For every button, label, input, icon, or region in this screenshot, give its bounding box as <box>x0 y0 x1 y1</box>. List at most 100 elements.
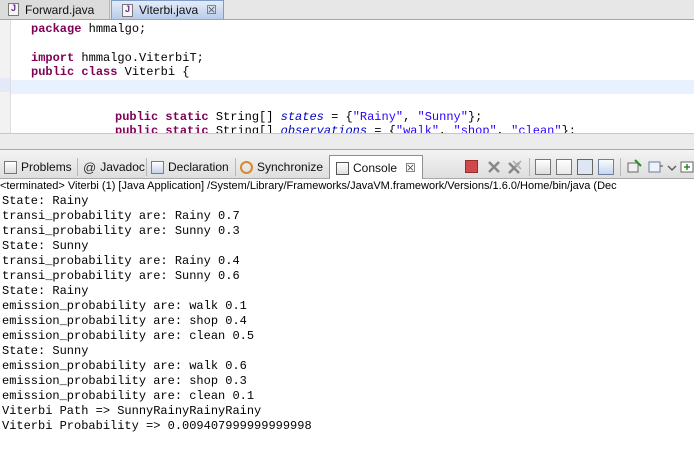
console-line: emission_probability are: shop 0.3 <box>2 374 247 388</box>
keyword: class <box>81 65 118 79</box>
remove-launch-icon[interactable] <box>486 159 502 175</box>
code-text: , <box>403 110 418 124</box>
scroll-lock-icon[interactable] <box>556 159 572 175</box>
string-literal: "Rainy" <box>352 110 404 124</box>
show-console-on-output-icon[interactable] <box>598 159 614 175</box>
code-text: Viterbi { <box>117 65 190 79</box>
keyword: static <box>165 124 209 133</box>
display-glyph <box>648 161 663 173</box>
synchronize-icon <box>240 160 253 174</box>
tab-label: Problems <box>21 160 72 174</box>
editor-tab-label: Viterbi.java <box>139 3 199 17</box>
code-text: , <box>439 124 454 133</box>
tab-label: Console <box>353 161 398 175</box>
editor-tab-label: Forward.java <box>25 2 95 17</box>
toolbar-separator <box>620 158 621 176</box>
field-name: observations <box>280 124 368 133</box>
declaration-icon <box>151 160 164 174</box>
string-literal: "shop" <box>453 124 497 133</box>
keyword: import <box>31 51 75 65</box>
code-text: }; <box>467 110 483 124</box>
tab-label: Declaration <box>168 160 229 174</box>
open-console-icon[interactable] <box>680 159 694 175</box>
console-line: transi_probability are: Sunny 0.6 <box>2 269 240 283</box>
code-line-1[interactable]: package hmmalgo; <box>31 22 146 36</box>
remove-all-terminated-icon[interactable] <box>507 159 523 175</box>
editor-tab-forward-java[interactable]: Forward.java <box>0 0 110 19</box>
open-console-glyph <box>680 161 694 173</box>
code-line-4[interactable]: public class Viterbi { <box>31 65 189 79</box>
console-line: Viterbi Path => SunnyRainyRainyRainy <box>2 404 262 418</box>
display-selected-console-icon[interactable] <box>647 159 663 175</box>
console-line: transi_probability are: Sunny 0.3 <box>2 224 240 238</box>
editor-gutter <box>0 20 11 133</box>
console-output[interactable]: State: Rainy transi_probability are: Rain… <box>0 194 694 458</box>
code-text: = { <box>323 110 353 124</box>
tab-javadoc[interactable]: @ Javadoc <box>83 156 145 178</box>
remove-all-glyph <box>508 160 522 174</box>
console-line: Viterbi Probability => 0.009407999999999… <box>2 419 312 433</box>
current-line-highlight <box>11 80 694 94</box>
code-line-7[interactable]: public static String[] states = {"Rainy"… <box>115 110 482 124</box>
problems-icon <box>4 160 17 174</box>
console-line: emission_probability are: shop 0.4 <box>2 314 247 328</box>
code-text: = { <box>367 124 396 133</box>
console-line: transi_probability are: Rainy 0.4 <box>2 254 240 268</box>
code-line-8[interactable]: public static String[] observations = {"… <box>115 124 576 133</box>
close-icon[interactable]: ☒ <box>405 161 416 175</box>
console-line: State: Rainy <box>2 194 89 208</box>
console-launch-header: <terminated> Viterbi (1) [Java Applicati… <box>0 179 694 194</box>
console-icon <box>336 161 349 175</box>
tab-separator <box>77 158 78 176</box>
console-line: emission_probability are: clean 0.5 <box>2 329 255 343</box>
code-text: hmmalgo.ViterbiT; <box>74 51 204 65</box>
string-literal: "clean" <box>511 124 562 133</box>
console-line: State: Rainy <box>2 284 89 298</box>
console-line: State: Sunny <box>2 239 89 253</box>
console-line: emission_probability are: walk 0.6 <box>2 359 247 373</box>
code-line-3[interactable]: import hmmalgo.ViterbiT; <box>31 51 204 65</box>
pin-console-icon[interactable] <box>626 159 642 175</box>
console-line: emission_probability are: walk 0.1 <box>2 299 247 313</box>
keyword: public <box>115 124 159 133</box>
toolbar-separator <box>529 158 530 176</box>
console-line: emission_probability are: clean 0.1 <box>2 389 255 403</box>
console-line: transi_probability are: Rainy 0.7 <box>2 209 240 223</box>
at-sign-icon: @ <box>83 159 97 175</box>
code-text: , <box>496 124 512 133</box>
editor-horizontal-scrollbar[interactable] <box>0 133 694 149</box>
code-text: }; <box>561 124 576 133</box>
terminate-icon[interactable] <box>465 160 478 173</box>
pin-glyph <box>627 159 642 173</box>
console-line: State: Sunny <box>2 344 89 358</box>
code-text: String[] <box>208 124 281 133</box>
close-icon[interactable]: ☒ <box>206 3 217 17</box>
tab-synchronize[interactable]: Synchronize <box>240 156 323 178</box>
tab-console[interactable]: Console ☒ <box>329 155 423 180</box>
string-literal: "Sunny" <box>417 110 468 124</box>
tab-label: Synchronize <box>257 160 324 174</box>
word-wrap-icon[interactable] <box>577 159 593 175</box>
editor-tab-viterbi-java[interactable]: Viterbi.java ☒ <box>111 0 224 19</box>
views-tab-bar: Problems @ Javadoc Declaration Synchroni… <box>0 149 694 180</box>
tab-separator <box>146 158 147 176</box>
keyword: static <box>165 110 209 124</box>
string-literal: "walk" <box>395 124 440 133</box>
clear-console-icon[interactable] <box>535 159 551 175</box>
tab-declaration[interactable]: Declaration <box>151 156 229 178</box>
keyword: package <box>31 22 82 36</box>
field-name: states <box>280 110 324 124</box>
tab-separator <box>235 158 236 176</box>
keyword: public <box>115 110 159 124</box>
chevron-down-icon[interactable] <box>667 159 677 175</box>
editor-tab-bar: Forward.java Viterbi.java ☒ <box>0 0 694 20</box>
code-editor[interactable]: package hmmalgo; import hmmalgo.ViterbiT… <box>0 20 694 133</box>
code-text: hmmalgo; <box>81 22 147 36</box>
keyword: public <box>31 65 75 79</box>
code-text: String[] <box>208 110 281 124</box>
tab-label: Javadoc <box>100 160 145 174</box>
java-file-icon <box>122 3 133 17</box>
remove-launch-glyph <box>488 161 500 173</box>
tab-problems[interactable]: Problems <box>4 156 72 178</box>
chevron-glyph <box>667 165 677 171</box>
